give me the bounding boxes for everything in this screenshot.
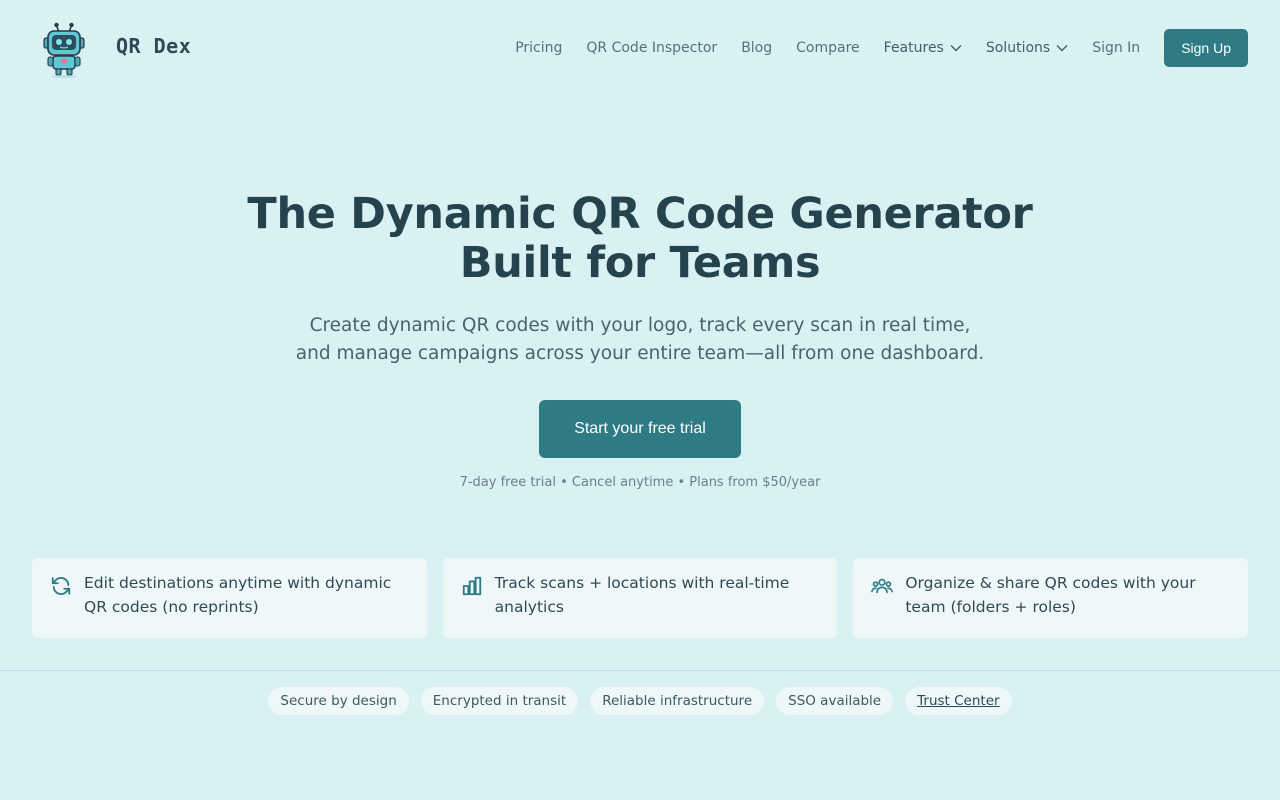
hero-title-line-2: Built for Teams [459, 238, 821, 288]
chevron-down-icon [950, 45, 962, 52]
trust-badge: Encrypted in transit [420, 687, 579, 715]
start-trial-button[interactable]: Start your free trial [539, 400, 741, 458]
nav-features-dropdown[interactable]: Features [884, 40, 962, 56]
nav-qr-inspector[interactable]: QR Code Inspector [586, 40, 717, 56]
nav-pricing[interactable]: Pricing [515, 40, 562, 56]
trust-badges: Secure by design Encrypted in transit Re… [0, 687, 1280, 715]
sign-up-button[interactable]: Sign Up [1164, 29, 1248, 67]
nav-compare[interactable]: Compare [796, 40, 860, 56]
feature-cards: Edit destinations anytime with dynamic Q… [32, 558, 1249, 638]
feature-card-team: Organize & share QR codes with your team… [853, 558, 1249, 638]
nav-solutions-dropdown[interactable]: Solutions [986, 40, 1068, 56]
nav-sign-in[interactable]: Sign In [1092, 40, 1140, 56]
team-icon [871, 578, 894, 594]
nav-features-label: Features [883, 40, 944, 56]
feature-card-analytics: Track scans + locations with real-time a… [442, 558, 838, 638]
feature-text: Edit destinations anytime with dynamic Q… [84, 574, 392, 616]
brand-name[interactable]: QR Dex [116, 34, 191, 58]
hero-title-line-1: The Dynamic QR Code Generator [247, 189, 1033, 239]
robot-icon[interactable] [38, 18, 90, 78]
nav-solutions-label: Solutions [985, 40, 1051, 56]
page: QR Dex Pricing QR Code Inspector Blog Co… [0, 0, 1280, 800]
trust-badge: Reliable infrastructure [590, 687, 765, 715]
section-divider [0, 670, 1280, 671]
trial-note: 7-day free trial • Cancel anytime • Plan… [459, 475, 821, 490]
nav-blog[interactable]: Blog [741, 40, 772, 56]
site-header: QR Dex Pricing QR Code Inspector Blog Co… [0, 0, 1280, 96]
trust-center-link[interactable]: Trust Center [905, 687, 1012, 715]
feature-card-dynamic: Edit destinations anytime with dynamic Q… [32, 558, 427, 638]
trust-badge: Secure by design [268, 687, 409, 715]
refresh-icon [51, 577, 71, 595]
hero-subtitle: Create dynamic QR codes with your logo, … [295, 315, 985, 364]
feature-text: Organize & share QR codes with your team… [905, 574, 1196, 616]
feature-text: Track scans + locations with real-time a… [494, 574, 790, 616]
hero-title: The Dynamic QR Code Generator Built for … [0, 190, 1280, 288]
trust-badge: SSO available [776, 687, 894, 715]
bar-chart-icon [462, 576, 481, 596]
main-nav: Pricing QR Code Inspector Blog Compare F… [515, 29, 1248, 67]
chevron-down-icon [1056, 45, 1068, 52]
